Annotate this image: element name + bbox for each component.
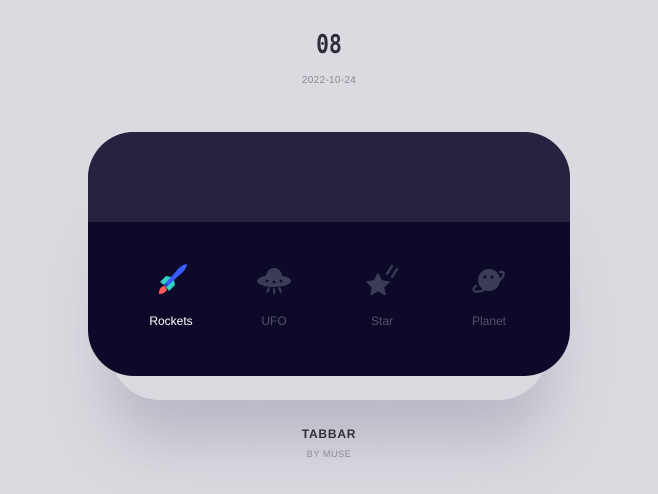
content-area	[88, 132, 570, 222]
tab-planet[interactable]: Planet	[439, 260, 539, 340]
star-icon	[366, 264, 399, 296]
tab-ufo[interactable]: UFO	[224, 260, 324, 340]
footer-title: TABBAR	[301, 427, 357, 441]
tab-rockets[interactable]: Rockets	[121, 260, 221, 340]
page-date: 2022-10-24	[301, 75, 357, 86]
rocket-icon	[159, 264, 187, 294]
tab-label: Star	[370, 314, 393, 328]
footer-subtitle: BY MUSE	[306, 449, 352, 459]
page-number: 08	[316, 30, 342, 60]
tab-star[interactable]: Star	[332, 260, 432, 340]
tabbar: Rockets UFO Star Planet	[88, 222, 570, 376]
ufo-icon	[257, 268, 291, 294]
tab-label: Planet	[471, 314, 507, 328]
tab-label: Rockets	[149, 314, 193, 328]
tab-label: UFO	[261, 314, 287, 328]
planet-icon	[472, 269, 505, 293]
tabbar-card: Rockets UFO Star Planet	[88, 132, 570, 376]
